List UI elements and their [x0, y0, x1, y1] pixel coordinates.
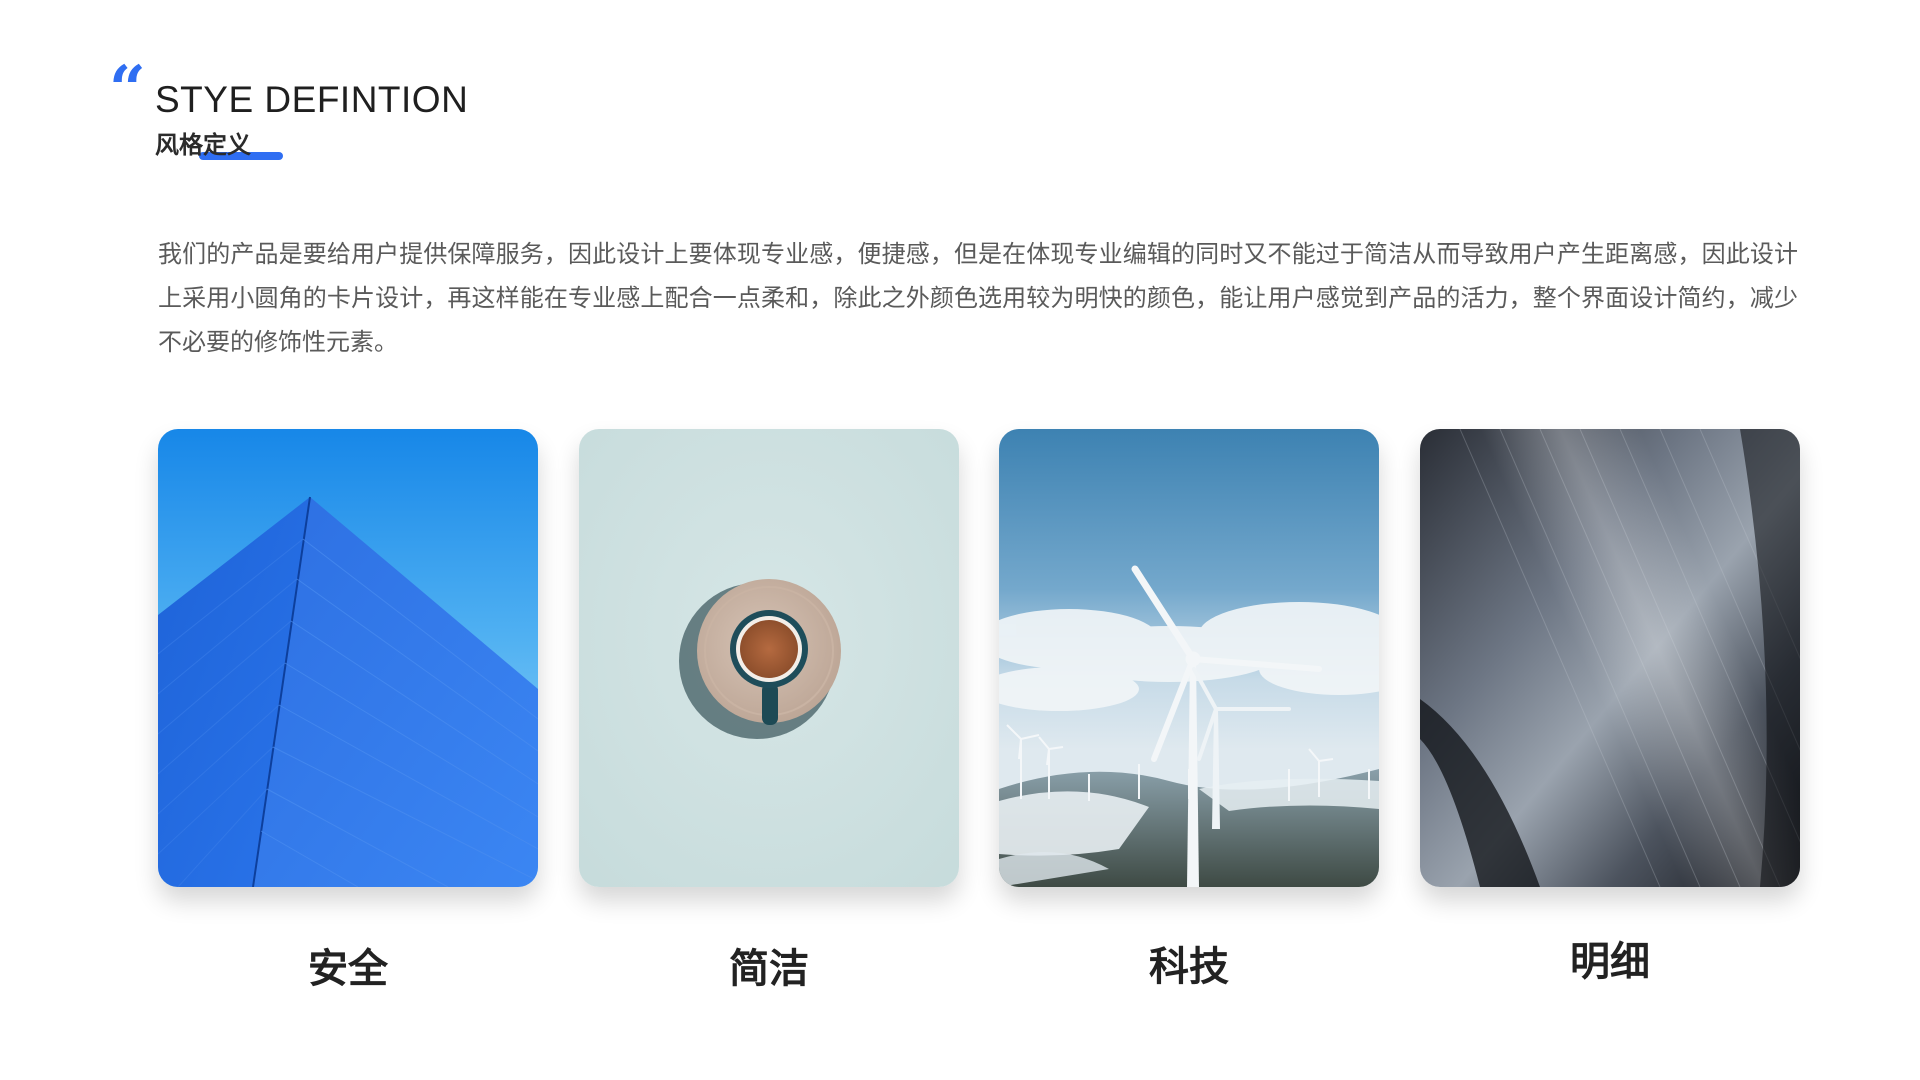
card-technology-image [999, 429, 1379, 887]
quote-mark-icon: “ [109, 52, 146, 127]
dark-texture-image [1420, 429, 1800, 887]
card-label-simple: 简洁 [729, 946, 809, 992]
style-definition-page: “ STYE DEFINTION 风格定义 我们的产品是要给用户提供保障服务，因… [0, 0, 1920, 1080]
card-detail-image [1420, 429, 1800, 887]
blue-building-image [158, 429, 538, 887]
card-security-image [158, 429, 538, 887]
page-title-english: STYE DEFINTION [155, 79, 469, 120]
card-label-security: 安全 [308, 946, 388, 992]
card-label-technology: 科技 [1149, 944, 1229, 990]
page-title-chinese: 风格定义 [155, 131, 251, 159]
wind-turbines-image [999, 429, 1379, 887]
style-description-paragraph: 我们的产品是要给用户提供保障服务，因此设计上要体现专业感，便捷感，但是在体现专业… [158, 240, 1798, 356]
coffee-cup-image [579, 429, 959, 887]
card-label-detail: 明细 [1570, 939, 1650, 985]
card-simple-image [579, 429, 959, 887]
